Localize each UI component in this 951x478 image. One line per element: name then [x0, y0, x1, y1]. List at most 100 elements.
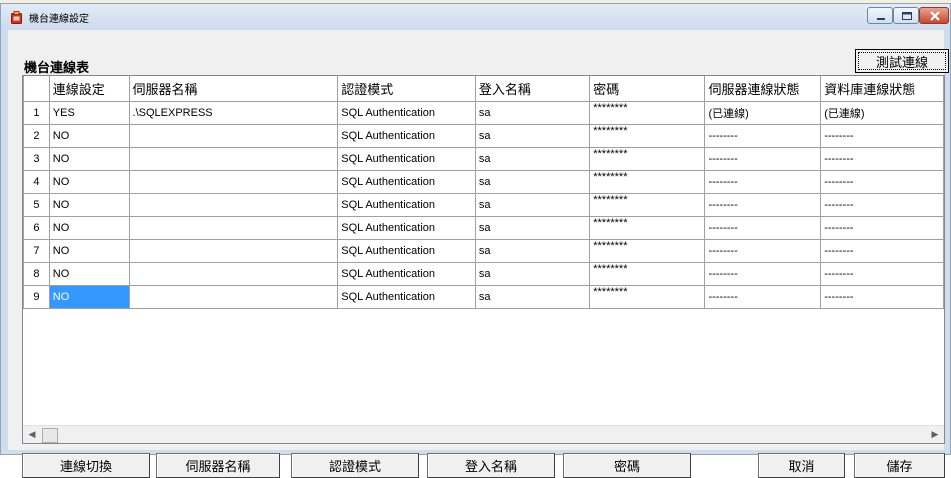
connection-grid[interactable]: 連線設定 伺服器名稱 認證模式 登入名稱 密碼 伺服器連線狀態 資料庫連線狀態 …: [22, 75, 945, 444]
password-cell[interactable]: ********: [589, 170, 706, 194]
server-name-cell[interactable]: [128, 285, 339, 309]
row-number[interactable]: 1: [23, 101, 50, 125]
server-status-cell[interactable]: --------: [704, 147, 822, 171]
table-row[interactable]: 9 NO SQL Authentication sa ******** -------- -…: [23, 285, 944, 309]
database-status-cell[interactable]: --------: [820, 124, 944, 148]
column-header[interactable]: 連線設定: [48, 76, 130, 102]
row-number[interactable]: 4: [23, 170, 50, 194]
column-header[interactable]: 伺服器名稱: [128, 76, 339, 102]
password-cell[interactable]: ********: [589, 285, 706, 309]
auth-mode-cell[interactable]: SQL Authentication: [337, 285, 476, 309]
server-name-cell[interactable]: [128, 216, 339, 240]
database-status-cell[interactable]: --------: [820, 239, 944, 263]
login-name-cell[interactable]: sa: [474, 239, 591, 263]
server-name-cell[interactable]: [128, 170, 339, 194]
connection-setting-cell[interactable]: NO: [48, 193, 130, 217]
password-cell[interactable]: ********: [589, 239, 706, 263]
database-status-cell[interactable]: --------: [820, 262, 944, 286]
row-number[interactable]: 8: [23, 262, 50, 286]
table-row[interactable]: 8 NO SQL Authentication sa ******** -------- -…: [23, 262, 944, 286]
connection-setting-cell[interactable]: NO: [48, 170, 130, 194]
server-name-cell[interactable]: [128, 193, 339, 217]
connection-setting-cell[interactable]: NO: [48, 124, 130, 148]
password-cell[interactable]: ********: [589, 101, 706, 125]
close-button[interactable]: [919, 7, 949, 24]
connection-setting-cell[interactable]: NO: [48, 285, 130, 309]
scroll-thumb[interactable]: [42, 428, 58, 443]
table-row[interactable]: 7 NO SQL Authentication sa ******** -------- -…: [23, 239, 944, 263]
database-status-cell[interactable]: --------: [820, 147, 944, 171]
toggle-connection-button[interactable]: 連線切換: [22, 453, 150, 478]
auth-mode-cell[interactable]: SQL Authentication: [337, 147, 476, 171]
password-cell[interactable]: ********: [589, 216, 706, 240]
database-status-cell[interactable]: --------: [820, 193, 944, 217]
maximize-button[interactable]: [893, 7, 919, 24]
row-number[interactable]: 2: [23, 124, 50, 148]
corner-header[interactable]: [23, 76, 50, 102]
table-row[interactable]: 1 YES .\SQLEXPRESS SQL Authentication sa ****…: [23, 101, 944, 125]
table-row[interactable]: 3 NO SQL Authentication sa ******** -------- -…: [23, 147, 944, 171]
column-header[interactable]: 資料庫連線狀態: [820, 76, 944, 102]
row-number[interactable]: 6: [23, 216, 50, 240]
cancel-button[interactable]: 取消: [758, 453, 845, 478]
password-cell[interactable]: ********: [589, 193, 706, 217]
database-status-cell[interactable]: (已連線): [820, 101, 944, 125]
server-status-cell[interactable]: --------: [704, 124, 822, 148]
connection-setting-cell[interactable]: NO: [48, 216, 130, 240]
login-name-cell[interactable]: sa: [474, 101, 591, 125]
row-number[interactable]: 3: [23, 147, 50, 171]
auth-mode-cell[interactable]: SQL Authentication: [337, 216, 476, 240]
password-cell[interactable]: ********: [589, 124, 706, 148]
table-row[interactable]: 6 NO SQL Authentication sa ******** -------- -…: [23, 216, 944, 240]
test-connection-button[interactable]: 測試連線: [855, 49, 949, 73]
connection-setting-cell[interactable]: NO: [48, 262, 130, 286]
password-button[interactable]: 密碼: [563, 453, 691, 478]
column-header[interactable]: 認證模式: [337, 76, 476, 102]
server-name-cell[interactable]: [128, 239, 339, 263]
server-status-cell[interactable]: (已連線): [704, 101, 822, 125]
auth-mode-cell[interactable]: SQL Authentication: [337, 124, 476, 148]
server-name-cell[interactable]: [128, 124, 339, 148]
login-name-cell[interactable]: sa: [474, 216, 591, 240]
table-row[interactable]: 2 NO SQL Authentication sa ******** -------- -…: [23, 124, 944, 148]
column-header[interactable]: 登入名稱: [474, 76, 591, 102]
auth-mode-cell[interactable]: SQL Authentication: [337, 193, 476, 217]
auth-mode-cell[interactable]: SQL Authentication: [337, 170, 476, 194]
row-number[interactable]: 5: [23, 193, 50, 217]
login-name-cell[interactable]: sa: [474, 170, 591, 194]
minimize-button[interactable]: [867, 7, 893, 24]
connection-setting-cell[interactable]: NO: [48, 147, 130, 171]
row-number[interactable]: 9: [23, 285, 50, 309]
connection-setting-cell[interactable]: NO: [48, 239, 130, 263]
scroll-left-icon[interactable]: ◀: [23, 426, 41, 443]
server-name-cell[interactable]: [128, 262, 339, 286]
login-name-cell[interactable]: sa: [474, 285, 591, 309]
login-name-cell[interactable]: sa: [474, 193, 591, 217]
auth-mode-cell[interactable]: SQL Authentication: [337, 101, 476, 125]
auth-mode-cell[interactable]: SQL Authentication: [337, 239, 476, 263]
save-button[interactable]: 儲存: [854, 453, 945, 478]
server-name-button[interactable]: 伺服器名稱: [156, 453, 280, 478]
title-bar[interactable]: 機台連線設定: [1, 4, 950, 30]
database-status-cell[interactable]: --------: [820, 285, 944, 309]
server-status-cell[interactable]: --------: [704, 170, 822, 194]
server-status-cell[interactable]: --------: [704, 216, 822, 240]
horizontal-scrollbar[interactable]: ◀ ▶: [23, 425, 944, 443]
login-name-cell[interactable]: sa: [474, 262, 591, 286]
password-cell[interactable]: ********: [589, 147, 706, 171]
auth-mode-button[interactable]: 認證模式: [291, 453, 419, 478]
database-status-cell[interactable]: --------: [820, 170, 944, 194]
table-row[interactable]: 4 NO SQL Authentication sa ******** -------- -…: [23, 170, 944, 194]
column-header[interactable]: 密碼: [589, 76, 706, 102]
row-number[interactable]: 7: [23, 239, 50, 263]
server-name-cell[interactable]: .\SQLEXPRESS: [128, 101, 339, 125]
password-cell[interactable]: ********: [589, 262, 706, 286]
server-name-cell[interactable]: [128, 147, 339, 171]
database-status-cell[interactable]: --------: [820, 216, 944, 240]
server-status-cell[interactable]: --------: [704, 193, 822, 217]
server-status-cell[interactable]: --------: [704, 285, 822, 309]
scroll-right-icon[interactable]: ▶: [926, 426, 944, 443]
server-status-cell[interactable]: --------: [704, 262, 822, 286]
auth-mode-cell[interactable]: SQL Authentication: [337, 262, 476, 286]
server-status-cell[interactable]: --------: [704, 239, 822, 263]
